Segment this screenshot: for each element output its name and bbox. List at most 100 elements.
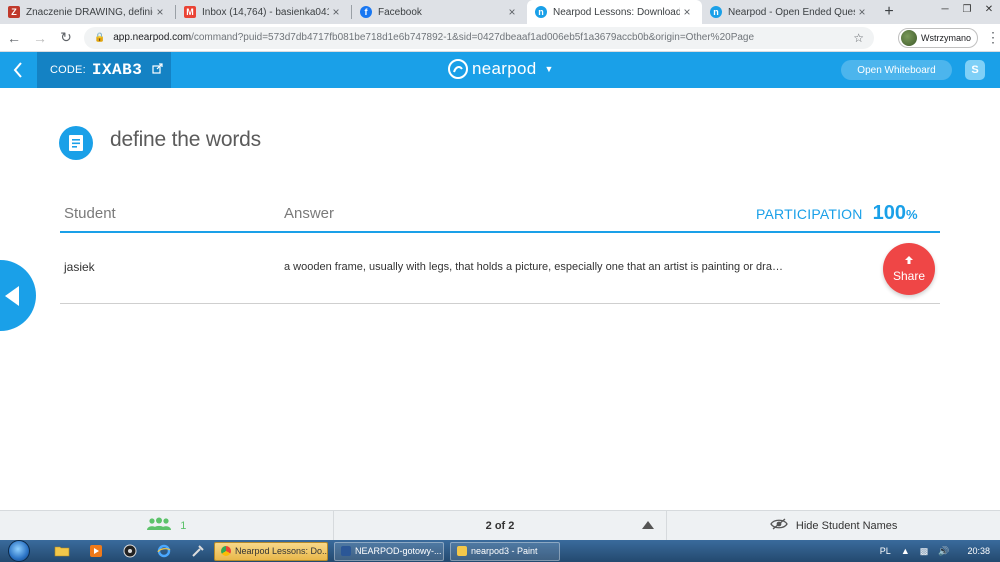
profile-label: Wstrzymano — [921, 32, 972, 43]
task-label: Nearpod Lessons: Do... — [235, 546, 328, 556]
profile-button[interactable]: Wstrzymano — [898, 27, 979, 48]
tab-title: Nearpod - Open Ended Questio — [728, 6, 855, 18]
app-icon[interactable] — [120, 542, 140, 560]
chevron-up-icon[interactable] — [642, 521, 655, 529]
minimize-icon[interactable]: ─ — [934, 0, 956, 18]
folder-icon[interactable] — [52, 542, 72, 560]
students-count: 1 — [180, 519, 187, 532]
url-host: app.nearpod.com — [113, 32, 192, 43]
nearpod-logo[interactable]: nearpod ▼ — [448, 59, 553, 79]
media-player-icon[interactable] — [86, 542, 106, 560]
nearpod-header: CODE: IXAB3 nearpod ▼ Open Whiteboard S — [0, 52, 1000, 88]
open-whiteboard-button[interactable]: Open Whiteboard — [841, 60, 952, 80]
start-menu-icon[interactable] — [8, 540, 30, 562]
taskbar-task-paint[interactable]: nearpod3 - Paint — [450, 541, 560, 561]
chrome-icon — [221, 546, 231, 556]
reload-icon[interactable]: ↻ — [54, 26, 78, 50]
chevron-down-icon[interactable]: ▼ — [545, 64, 554, 74]
hide-student-names-toggle[interactable]: Hide Student Names — [667, 511, 1000, 540]
triangle-left-icon — [5, 286, 19, 306]
tray-arrow-icon[interactable]: ▲ — [901, 546, 910, 556]
task-label: nearpod3 - Paint — [471, 546, 538, 556]
taskbar-task-word[interactable]: NEARPOD-gotowy-... — [334, 541, 444, 561]
lock-icon[interactable]: 🔒 — [94, 32, 105, 43]
slide-pager[interactable]: 2 of 2 — [334, 511, 668, 540]
browser-tabstrip: Z Znaczenie DRAWING, definicja w × M Inb… — [0, 0, 1000, 24]
language-indicator[interactable]: PL — [880, 546, 891, 556]
task-label: NEARPOD-gotowy-... — [355, 546, 442, 556]
browser-tab[interactable]: M Inbox (14,764) - basienka0412@ × — [176, 0, 351, 24]
os-taskbar: Nearpod Lessons: Do... NEARPOD-gotowy-..… — [0, 540, 1000, 562]
restore-icon[interactable]: ❐ — [956, 0, 978, 18]
participation-unit: % — [905, 207, 918, 222]
browser-toolbar: ← → ↻ 🔒 app.nearpod.com/command?puid=573… — [0, 24, 1000, 52]
address-bar[interactable]: 🔒 app.nearpod.com/command?puid=573d7db47… — [84, 26, 874, 49]
internet-explorer-icon[interactable] — [154, 542, 174, 560]
browser-tab[interactable]: Z Znaczenie DRAWING, definicja w × — [0, 0, 175, 24]
new-tab-button[interactable]: + — [877, 0, 901, 24]
network-icon[interactable]: ▩ — [920, 546, 929, 557]
browser-tab[interactable]: n Nearpod - Open Ended Questio × — [702, 0, 877, 24]
facebook-favicon-icon: f — [360, 6, 372, 18]
code-value: IXAB3 — [91, 61, 143, 79]
system-tray: PL ▲ ▩ 🔊 20:38 — [870, 546, 1000, 557]
forward-arrow-icon[interactable]: → — [28, 26, 52, 50]
participation-value: 100 — [872, 202, 906, 224]
s-badge-button[interactable]: S — [965, 60, 985, 80]
tab-title: Inbox (14,764) - basienka0412@ — [202, 6, 329, 18]
participation-indicator: PARTICIPATION 100% — [756, 202, 918, 225]
tab-title: Znaczenie DRAWING, definicja w — [26, 6, 153, 18]
browser-tab[interactable]: f Facebook × — [352, 0, 527, 24]
bookmark-star-icon[interactable]: ☆ — [853, 31, 864, 45]
tab-close-icon[interactable]: × — [680, 5, 694, 19]
students-group-icon — [146, 517, 172, 534]
paint-icon — [457, 546, 467, 556]
column-header-student: Student — [64, 205, 116, 222]
volume-icon[interactable]: 🔊 — [938, 546, 949, 557]
tab-close-icon[interactable]: × — [153, 5, 167, 19]
back-arrow-icon[interactable]: ← — [2, 26, 26, 50]
arrow-up-icon — [904, 255, 914, 267]
share-code-icon[interactable] — [152, 63, 163, 77]
participation-label: PARTICIPATION — [756, 206, 863, 222]
tab-favicon-icon: Z — [8, 6, 20, 18]
question-title: define the words — [110, 128, 261, 151]
clock[interactable]: 20:38 — [967, 546, 990, 556]
column-header-answer: Answer — [284, 205, 335, 222]
close-window-icon[interactable]: ✕ — [978, 0, 1000, 18]
previous-slide-button[interactable] — [0, 260, 36, 331]
tab-close-icon[interactable]: × — [329, 5, 343, 19]
bottom-bar: 1 2 of 2 Hide Student Names — [0, 510, 1000, 540]
nearpod-favicon-icon: n — [710, 6, 722, 18]
logo-text: nearpod — [472, 59, 537, 78]
share-label: Share — [892, 269, 926, 283]
nearpod-favicon-icon: n — [535, 6, 547, 18]
response-answer-text[interactable]: a wooden frame, usually with legs, that … — [284, 261, 784, 273]
nearpod-logo-icon — [448, 59, 468, 79]
avatar — [901, 29, 917, 46]
hide-names-label: Hide Student Names — [795, 519, 898, 532]
tab-title: Facebook — [378, 6, 422, 18]
tab-close-icon[interactable]: × — [505, 5, 519, 19]
browser-menu-icon[interactable]: ⋮ — [986, 29, 1000, 46]
eye-slash-icon — [770, 518, 788, 533]
row-divider — [60, 303, 940, 304]
taskbar-task-chrome[interactable]: Nearpod Lessons: Do... — [214, 541, 328, 561]
code-label: CODE: — [50, 64, 86, 76]
browser-tab-active[interactable]: n Nearpod Lessons: Download rea × — [527, 0, 702, 24]
students-panel-toggle[interactable]: 1 — [0, 511, 334, 540]
header-divider — [60, 231, 940, 233]
page-indicator: 2 of 2 — [485, 519, 515, 532]
url-path: /command?puid=573d7db4717fb081be718d1e6b… — [191, 32, 755, 43]
tab-title: Nearpod Lessons: Download rea — [553, 6, 680, 18]
gmail-favicon-icon: M — [184, 6, 196, 18]
tab-close-icon[interactable]: × — [855, 5, 869, 19]
session-code[interactable]: CODE: IXAB3 — [37, 52, 171, 88]
word-icon — [341, 546, 351, 556]
response-student-name: jasiek — [64, 260, 95, 274]
open-ended-question-icon — [59, 126, 93, 160]
back-chevron-icon[interactable] — [0, 52, 36, 88]
window-controls: ─ ❐ ✕ — [934, 0, 1000, 18]
tools-icon[interactable] — [188, 542, 208, 560]
share-response-button[interactable]: Share — [883, 243, 935, 295]
